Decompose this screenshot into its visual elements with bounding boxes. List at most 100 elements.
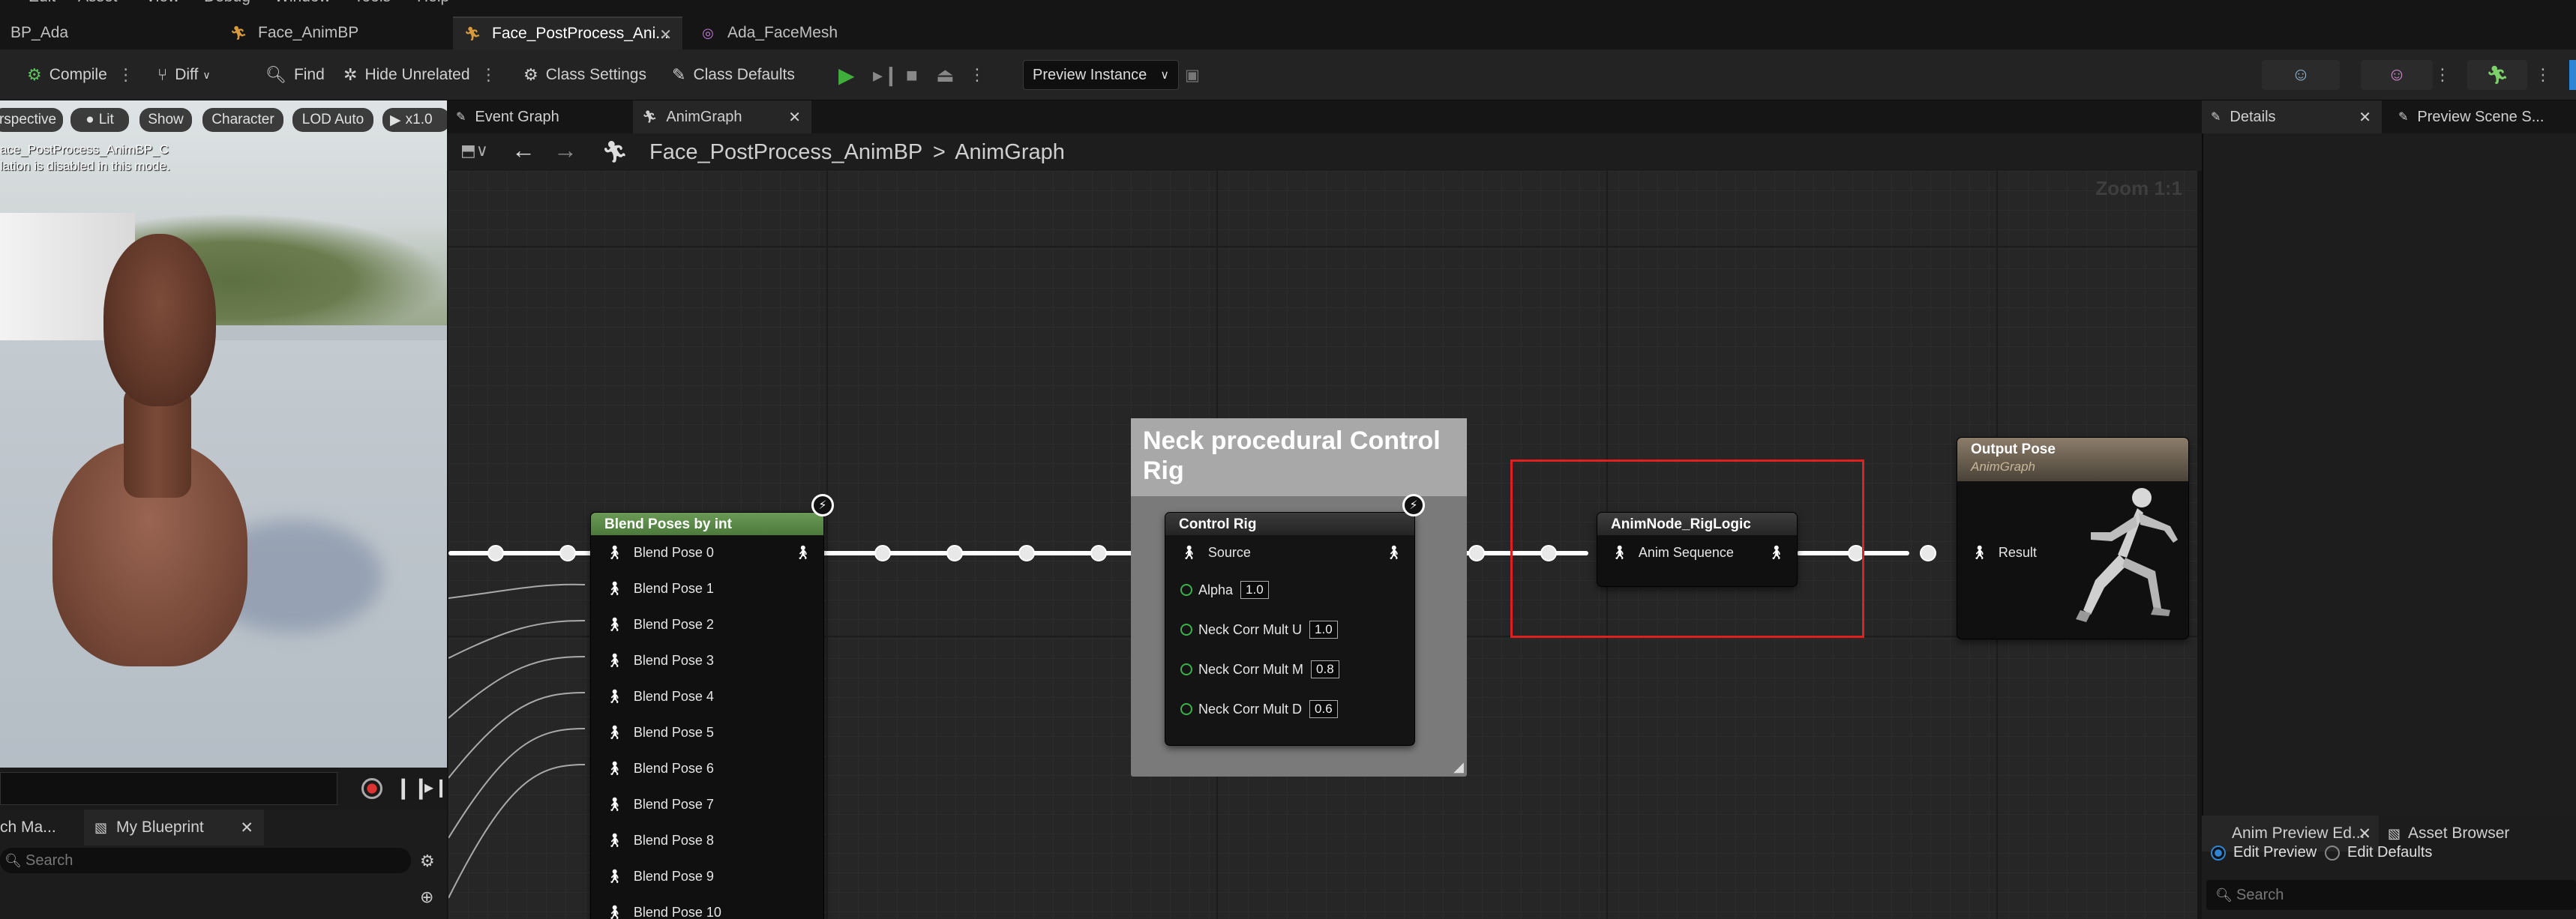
more-options-icon[interactable]: ⋮ (118, 65, 134, 85)
close-tab-icon[interactable]: ✕ (659, 25, 672, 44)
breadcrumb-current[interactable]: AnimGraph (955, 140, 1065, 164)
diff-button[interactable]: ⑂ Diff ∨ (157, 63, 211, 87)
resize-handle-icon[interactable]: ◢ (1453, 759, 1464, 775)
bookmark-icon[interactable]: ⬒∨ (460, 141, 488, 160)
close-tab-icon[interactable]: ✕ (788, 108, 801, 127)
show-button[interactable]: Show (139, 108, 192, 132)
menu-debug[interactable]: Debug (204, 0, 250, 6)
compile-button[interactable]: ⚙ Compile ⋮ (27, 63, 134, 87)
back-arrow-icon[interactable]: ← (511, 136, 535, 164)
anim-graph-canvas[interactable]: Zoom 1:1 Blend Poses by int 🚶︎ Blend Pose… (448, 171, 2197, 919)
blend-pose-pin[interactable]: 🚶︎ Blend Pose 0 (606, 543, 714, 562)
blend-pose-pin[interactable]: 🚶︎ Blend Pose 7 (606, 795, 714, 814)
tab-event-graph[interactable]: ✎ Event Graph (447, 100, 631, 133)
more-options-icon[interactable]: ⋮ (481, 65, 497, 85)
edit-preview-radio[interactable]: Edit Preview (2211, 844, 2317, 861)
forward-arrow-icon[interactable]: → (553, 136, 577, 164)
blend-pose-pin[interactable]: 🚶︎ Blend Pose 9 (606, 867, 714, 886)
asset-search-input[interactable]: 🔍︎ Search (2206, 880, 2576, 910)
neck-corr-u-value-field[interactable]: 1.0 (1309, 621, 1338, 639)
doc-tab-face-animbp[interactable]: 🏃︎ Face_AnimBP (219, 16, 444, 49)
blend-poses-node[interactable]: Blend Poses by int 🚶︎ Blend Pose 0 🚶︎ Blen… (591, 513, 823, 919)
close-tab-icon[interactable]: ✕ (2358, 825, 2371, 843)
reroute-node[interactable] (487, 545, 504, 561)
doc-tab-face-postprocess[interactable]: 🏃︎ Face_PostProcess_Ani... ✕ (453, 16, 682, 49)
preview-viewport[interactable] (0, 100, 447, 810)
close-tab-icon[interactable]: ✕ (240, 819, 253, 837)
play-options-button[interactable]: ⋮ (969, 63, 985, 87)
breadcrumb-root[interactable]: Face_PostProcess_AnimBP (649, 140, 922, 164)
blueprint-search-input[interactable]: 🔍︎ Search (0, 848, 411, 873)
menu-help[interactable]: Help (417, 0, 449, 6)
alpha-pin[interactable]: Alpha 1.0 (1180, 580, 1269, 600)
blend-pose-pin[interactable]: 🚶︎ Blend Pose 5 (606, 723, 714, 742)
browse-debug-button[interactable]: ▣ (1185, 63, 1200, 87)
timeline-scrubber[interactable] (0, 772, 337, 805)
play-button[interactable]: ▶ (838, 63, 855, 87)
step-forward-button[interactable]: ▸❙ (424, 777, 448, 798)
class-defaults-button[interactable]: ✎ Class Defaults (672, 63, 795, 87)
blend-output-pin[interactable]: 🚶︎ (794, 543, 811, 562)
lit-button[interactable]: ● Lit (70, 108, 129, 132)
hide-unrelated-button[interactable]: ✲ Hide Unrelated ⋮ (343, 63, 497, 87)
tab-search-matches[interactable]: ch Ma... (0, 810, 81, 846)
character-button[interactable]: Character (202, 108, 283, 132)
neck-corr-m-pin[interactable]: Neck Corr Mult M 0.8 (1180, 660, 1339, 679)
menu-window[interactable]: Window (274, 0, 331, 6)
tab-preview-scene-settings[interactable]: ✎ Preview Scene S... (2389, 100, 2576, 133)
perspective-button[interactable]: rspective (0, 108, 63, 132)
blend-pose-pin[interactable]: 🚶︎ Blend Pose 4 (606, 687, 714, 706)
reroute-node[interactable] (559, 545, 576, 561)
stop-button[interactable]: ■ (906, 63, 918, 87)
reroute-node[interactable] (1090, 545, 1107, 561)
control-rig-node[interactable]: Control Rig 🚶︎ Source 🚶︎ Alpha 1.0 Neck Co… (1165, 513, 1414, 745)
menu-asset[interactable]: Asset (78, 0, 118, 6)
preview-instance-dropdown[interactable]: Preview Instance ∨ (1023, 60, 1179, 90)
close-tab-icon[interactable]: ✕ (2359, 108, 2371, 127)
tab-anim-graph[interactable]: 🏃︎ AnimGraph ✕ (633, 100, 811, 133)
eject-button[interactable]: ⏏ (936, 63, 955, 87)
step-button[interactable]: ▸❙ (873, 63, 899, 87)
gear-icon[interactable]: ⚙ (420, 852, 435, 871)
class-settings-button[interactable]: ⚙ Class Settings (523, 63, 646, 87)
source-pin[interactable]: 🚶︎ Source (1180, 543, 1251, 562)
skeleton-mode-button[interactable]: ☺ (2262, 60, 2340, 90)
animation-mode-button[interactable]: 🏃︎ (2467, 60, 2527, 90)
menu-tools[interactable]: Tools (354, 0, 391, 6)
blueprint-mode-button[interactable] (2569, 60, 2576, 90)
doc-tab-ada-facemesh[interactable]: ◎ Ada_FaceMesh (688, 16, 898, 49)
neck-corr-d-pin[interactable]: Neck Corr Mult D 0.6 (1180, 699, 1338, 719)
doc-tab-bp-ada[interactable]: BP_Ada (0, 16, 217, 49)
control-rig-output-pin[interactable]: 🚶︎ (1385, 543, 1402, 562)
reroute-node[interactable] (946, 545, 963, 561)
mode-options-button[interactable]: ⋮ (2434, 63, 2451, 87)
playback-speed-button[interactable]: ▶ x1.0 (382, 108, 450, 132)
blend-pose-pin[interactable]: 🚶︎ Blend Pose 8 (606, 831, 714, 850)
result-pin[interactable]: 🚶︎ Result (1971, 543, 2037, 562)
neck-corr-m-value-field[interactable]: 0.8 (1311, 660, 1339, 678)
tab-my-blueprint[interactable]: ▧ My Blueprint ✕ (84, 810, 264, 846)
reroute-node[interactable] (1018, 545, 1035, 561)
blend-pose-pin[interactable]: 🚶︎ Blend Pose 1 (606, 579, 714, 598)
blend-pose-pin[interactable]: 🚶︎ Blend Pose 3 (606, 651, 714, 670)
lod-button[interactable]: LOD Auto (292, 108, 373, 132)
blend-pose-pin[interactable]: 🚶︎ Blend Pose 2 (606, 615, 714, 634)
neck-corr-u-pin[interactable]: Neck Corr Mult U 1.0 (1180, 620, 1338, 639)
reroute-node[interactable] (1920, 545, 1936, 561)
neck-corr-d-value-field[interactable]: 0.6 (1309, 700, 1338, 718)
mesh-mode-button[interactable]: ☺ (2361, 60, 2433, 90)
add-icon[interactable]: ⊕ (420, 888, 433, 907)
mode-options-button-2[interactable]: ⋮ (2535, 63, 2551, 87)
blend-pose-pin[interactable]: 🚶︎ Blend Pose 6 (606, 759, 714, 778)
edit-defaults-radio[interactable]: Edit Defaults (2325, 844, 2432, 861)
record-button[interactable] (361, 778, 382, 799)
tab-details[interactable]: ✎ Details ✕ (2202, 100, 2382, 133)
menu-view[interactable]: View (145, 0, 179, 6)
menu-edit[interactable]: Edit (28, 0, 55, 6)
reroute-node[interactable] (874, 545, 891, 561)
find-button[interactable]: 🔍︎ Find (265, 63, 325, 87)
output-pose-node[interactable]: Output Pose AnimGraph 🚶︎ Result (1957, 438, 2188, 639)
blend-pose-pin[interactable]: 🚶︎ Blend Pose 10 (606, 903, 721, 919)
reroute-node[interactable] (1468, 545, 1485, 561)
alpha-value-field[interactable]: 1.0 (1240, 581, 1269, 599)
